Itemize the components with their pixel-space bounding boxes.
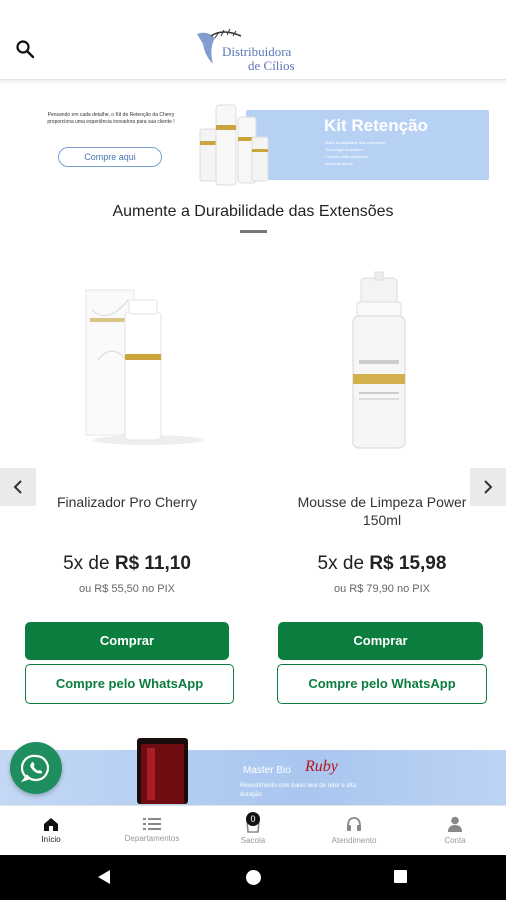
home-icon (44, 818, 58, 831)
tab-label: Atendimento (331, 836, 377, 845)
user-icon (448, 816, 462, 832)
promo-cta-button[interactable]: Compre aqui (58, 147, 162, 167)
cart-count-badge: 0 (246, 812, 260, 826)
product-image-finalizador[interactable] (78, 270, 203, 450)
product-name[interactable]: Finalizador Pro Cherry (25, 493, 229, 511)
kit-bottles-image (192, 97, 274, 187)
promo-bullet: Aumenta lucros (325, 161, 353, 166)
product-pix-price: ou R$ 79,90 no PIX (333, 583, 430, 595)
chevron-left-icon (13, 480, 22, 494)
ruby-banner-title: Master Bio (243, 765, 291, 776)
promo-bullet: Clientes mais satisfeitas (325, 154, 368, 159)
system-home-button[interactable] (246, 870, 261, 885)
installment-value: R$ 11,10 (114, 553, 191, 574)
promo-banner-title: Kit Retenção (324, 116, 428, 135)
tab-label: Departamentos (124, 834, 180, 843)
tab-label: Conta (444, 836, 466, 845)
system-recents-button[interactable] (394, 870, 407, 883)
system-back-button[interactable] (97, 869, 111, 890)
product-price: 5x de R$ 15,98 (277, 553, 487, 575)
list-icon (143, 818, 161, 830)
installment-prefix: 5x de (317, 553, 370, 574)
product-pix-price: ou R$ 55,50 no PIX (78, 583, 175, 595)
headset-icon (347, 817, 361, 831)
buy-button[interactable]: Comprar (25, 622, 229, 660)
installment-value: R$ 15,98 (369, 553, 447, 574)
whatsapp-fab-button[interactable] (10, 742, 62, 794)
whatsapp-icon (21, 754, 50, 783)
tab-sacola[interactable]: 0 Sacola (218, 805, 288, 855)
search-icon[interactable] (14, 38, 36, 60)
promo-bullet: Maior durabilidade das extensões (325, 140, 385, 145)
product-image-mousse[interactable] (335, 270, 425, 450)
back-triangle-icon (98, 870, 110, 884)
logo-text-line2: de Cílios (248, 58, 295, 73)
ruby-bottle-image (135, 738, 190, 804)
section-title: Aumente a Durabilidade das Extensões (112, 203, 394, 220)
promo-banner-text: Pensando em cada detalhe, o Kit de Reten… (47, 112, 175, 125)
section-title-underline (240, 230, 267, 233)
promo-banner-bullets: Maior durabilidade das extensões Tecnolo… (325, 139, 455, 167)
app-screen: Distribuidora de Cílios Pensando em cada… (0, 0, 506, 900)
whatsapp-buy-button[interactable]: Compre pelo WhatsApp (25, 664, 234, 704)
ruby-brand-text: Ruby (305, 758, 338, 775)
whatsapp-buy-button[interactable]: Compre pelo WhatsApp (277, 664, 487, 704)
tab-departamentos[interactable]: Departamentos (112, 805, 192, 855)
promo-bullet: Tecnologia inovadora (325, 147, 363, 152)
installment-prefix: 5x de (63, 553, 115, 574)
tab-inicio[interactable]: Início (26, 805, 76, 855)
tab-conta[interactable]: Conta (430, 805, 480, 855)
ruby-banner-subtitle: Revestimento com baixo teor de odor e al… (240, 783, 357, 798)
buy-button[interactable]: Comprar (278, 622, 483, 660)
product-price: 5x de R$ 11,10 (25, 553, 229, 575)
tab-label: Início (41, 835, 61, 844)
tab-atendimento[interactable]: Atendimento (319, 805, 389, 855)
tab-label: Sacola (240, 836, 266, 845)
product-name[interactable]: Mousse de Limpeza Power 150ml (277, 493, 487, 529)
